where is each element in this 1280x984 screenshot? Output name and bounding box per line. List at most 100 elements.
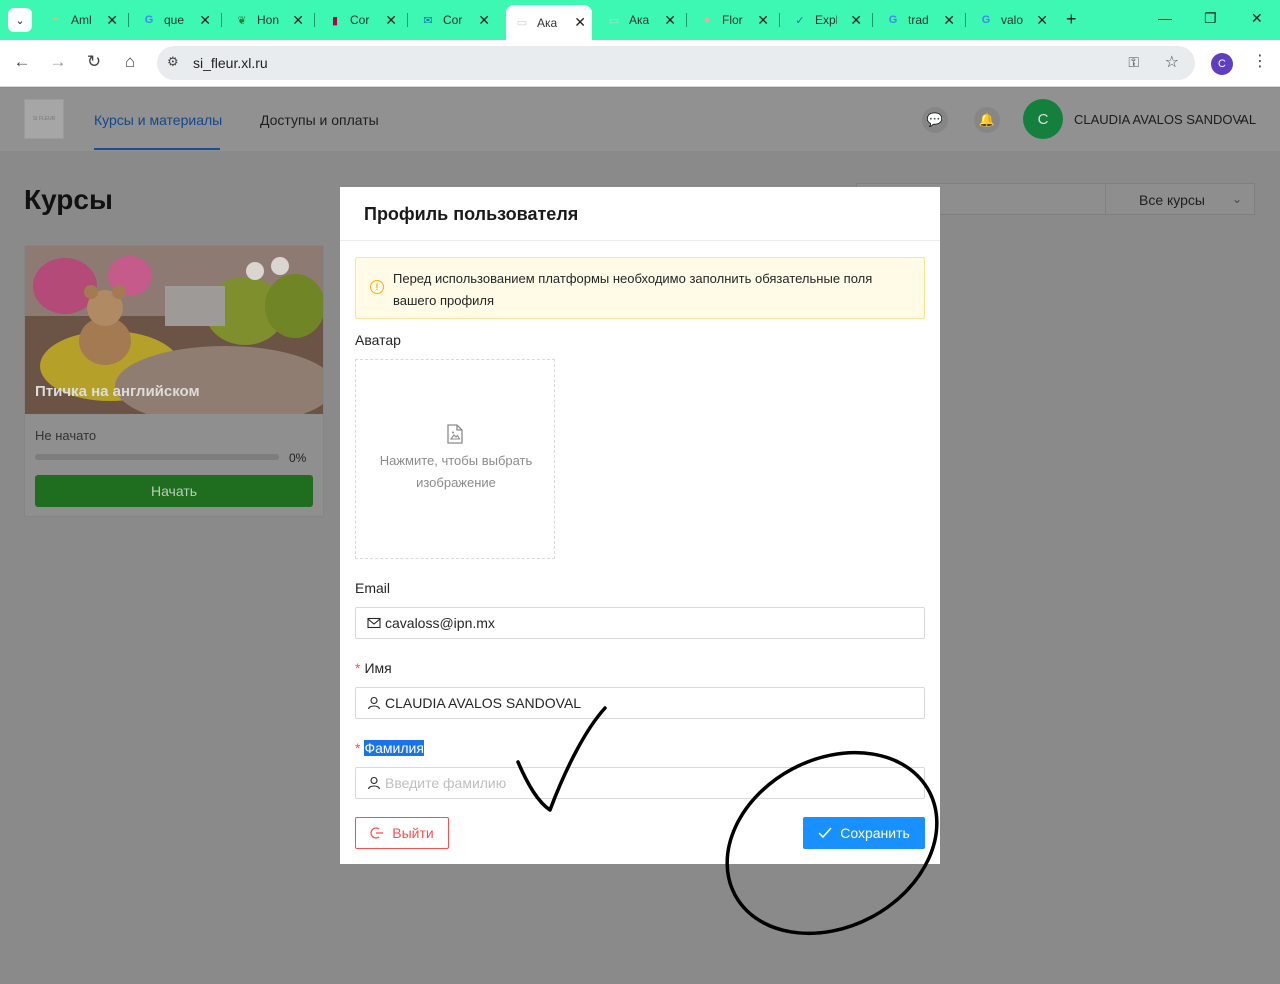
tab-close-icon[interactable]: ✕ xyxy=(664,12,676,29)
tab-favicon-icon: ▭ xyxy=(516,17,528,29)
nav-access-payments[interactable]: Доступы и оплаты xyxy=(260,112,379,128)
nav-courses-materials[interactable]: Курсы и материалы xyxy=(94,112,222,128)
browser-tab[interactable]: ▮ Cor ✕ xyxy=(319,8,403,32)
last-name-label: * Фамилия xyxy=(355,740,424,756)
last-name-label-text: Фамилия xyxy=(364,740,424,756)
chevron-down-icon: ⌄ xyxy=(1231,192,1242,206)
tab-title: Aml xyxy=(71,13,92,27)
browser-tab[interactable]: Gque ✕ xyxy=(133,8,217,32)
tab-close-icon[interactable]: ✕ xyxy=(757,12,769,29)
site-logo[interactable]: SI FLEUR xyxy=(24,99,64,139)
browser-tab[interactable]: ✉ Cor ✕ xyxy=(412,8,496,32)
last-name-field[interactable]: Введите фамилию xyxy=(355,767,925,799)
browser-toolbar: ← → ↻ ⌂ ⚙ si_fleur.xl.ru ⚿ ☆ C ⋮ xyxy=(0,40,1280,87)
info-icon: ! xyxy=(370,280,384,294)
email-field[interactable]: cavaloss@ipn.mx xyxy=(355,607,925,639)
browser-tab-bar: ⌄ ◓ Aml ✕ Gque ✕ ❦ Hon ✕ ▮ Cor ✕ ✉ Cor ✕ ▭ Ака ✕ ▭ Ака ✕ ● Fl… xyxy=(0,0,1280,40)
mail-icon xyxy=(367,617,381,629)
tab-title: Ака xyxy=(537,15,558,30)
profile-modal: Профиль пользователя ! Перед использован… xyxy=(340,187,940,864)
tab-favicon-icon: ◓ xyxy=(52,14,60,26)
modal-title: Профиль пользователя xyxy=(364,204,579,224)
user-name[interactable]: CLAUDIA AVALOS SANDOVAL xyxy=(1074,112,1256,127)
tab-separator xyxy=(314,13,315,27)
tab-close-icon[interactable]: ✕ xyxy=(574,14,586,31)
browser-tab[interactable]: Gtrad ✕ xyxy=(877,8,961,32)
browser-tab[interactable]: ❦ Hon ✕ xyxy=(226,8,310,32)
reload-icon[interactable]: ↻ xyxy=(84,52,104,72)
tab-favicon-icon: G xyxy=(144,14,154,26)
tab-title: valo xyxy=(1001,13,1023,27)
tab-close-icon[interactable]: ✕ xyxy=(106,12,118,29)
window-close-icon[interactable]: ✕ xyxy=(1251,10,1263,27)
course-progress-text: 0% xyxy=(289,451,307,465)
required-asterisk: * xyxy=(355,660,361,676)
tab-title: Cor xyxy=(443,13,463,27)
browser-menu-icon[interactable]: ⋮ xyxy=(1252,51,1268,71)
required-fields-alert: ! Перед использованием платформы необход… xyxy=(355,257,925,319)
tab-close-icon[interactable]: ✕ xyxy=(385,12,397,29)
new-tab-plus-icon[interactable]: + xyxy=(1066,9,1077,30)
tab-title: Expl xyxy=(815,13,837,27)
tab-close-icon[interactable]: ✕ xyxy=(292,12,304,29)
address-url[interactable]: si_fleur.xl.ru xyxy=(193,55,268,71)
tab-favicon-icon: ❦ xyxy=(237,14,247,27)
tab-favicon-icon: ✓ xyxy=(795,14,805,27)
window-restore-icon[interactable]: ❐ xyxy=(1204,10,1217,27)
browser-tab[interactable]: ▭ Ака ✕ xyxy=(598,8,682,32)
browser-tab[interactable]: ✓ Expl ✕ xyxy=(784,8,868,32)
course-cover-image[interactable]: Птичка на английском xyxy=(25,246,323,414)
tab-close-icon[interactable]: ✕ xyxy=(850,12,862,29)
tab-title: que xyxy=(164,13,185,27)
user-icon xyxy=(367,696,381,710)
tab-title: Flor xyxy=(722,13,743,27)
course-filter-select[interactable]: Все курсы ⌄ xyxy=(1105,183,1255,215)
tab-separator xyxy=(407,13,408,27)
logout-label: Выйти xyxy=(392,825,434,841)
site-settings-icon[interactable]: ⚙ xyxy=(167,54,179,70)
back-arrow-icon[interactable]: ← xyxy=(12,52,32,72)
avatar-label: Аватар xyxy=(355,332,401,348)
tab-search-chevron-icon[interactable]: ⌄ xyxy=(8,8,32,32)
alert-message: Перед использованием платформы необходим… xyxy=(393,271,873,308)
browser-tab[interactable]: ● Flor ✕ xyxy=(691,8,775,32)
bookmark-star-icon[interactable]: ☆ xyxy=(1165,52,1179,72)
course-title[interactable]: Птичка на английском xyxy=(35,383,200,400)
browser-tab[interactable]: ▭ Ака ✕ xyxy=(506,5,592,40)
password-key-icon[interactable]: ⚿ xyxy=(1128,54,1139,71)
logout-button[interactable]: Выйти xyxy=(355,817,449,849)
browser-tab[interactable]: Gvalo ✕ xyxy=(970,8,1054,32)
nav-active-underline xyxy=(94,148,220,150)
tab-separator xyxy=(686,13,687,27)
tab-favicon-icon: ● xyxy=(703,14,711,26)
course-status: Не начато xyxy=(35,428,97,443)
browser-profile-avatar[interactable]: C xyxy=(1211,53,1233,75)
tab-title: Ака xyxy=(629,13,650,27)
first-name-field[interactable]: CLAUDIA AVALOS SANDOVAL xyxy=(355,687,925,719)
user-menu-chevron-down-icon[interactable]: ⌄ xyxy=(1236,111,1246,125)
avatar-upload-area[interactable]: Нажмите, чтобы выбрать изображение xyxy=(355,359,555,559)
tab-close-icon[interactable]: ✕ xyxy=(943,12,955,29)
tab-close-icon[interactable]: ✕ xyxy=(478,12,490,29)
modal-header-divider xyxy=(340,240,940,241)
user-avatar[interactable]: C xyxy=(1023,99,1063,139)
tab-title: trad xyxy=(908,13,929,27)
tab-close-icon[interactable]: ✕ xyxy=(199,12,211,29)
chat-icon[interactable]: 💬 xyxy=(922,107,948,133)
tab-title: Cor xyxy=(350,13,370,27)
course-card[interactable]: Птичка на английском Не начато 0% Начать xyxy=(24,245,324,517)
home-icon[interactable]: ⌂ xyxy=(120,52,140,72)
window-minimize-icon[interactable]: — xyxy=(1158,10,1172,26)
forward-arrow-icon[interactable]: → xyxy=(48,52,68,72)
address-bar[interactable]: ⚙ si_fleur.xl.ru ⚿ ☆ xyxy=(157,46,1195,80)
tab-close-icon[interactable]: ✕ xyxy=(1036,12,1048,29)
browser-tab[interactable]: ◓ Aml ✕ xyxy=(40,8,124,32)
bell-icon[interactable]: 🔔 xyxy=(974,107,1000,133)
tab-favicon-icon: ▮ xyxy=(331,14,339,27)
first-name-value: CLAUDIA AVALOS SANDOVAL xyxy=(385,695,582,711)
required-asterisk: * xyxy=(355,740,361,756)
save-button[interactable]: Сохранить xyxy=(803,817,925,849)
tab-separator xyxy=(779,13,780,27)
tab-favicon-icon: ▭ xyxy=(608,14,620,27)
start-course-button[interactable]: Начать xyxy=(35,475,313,507)
